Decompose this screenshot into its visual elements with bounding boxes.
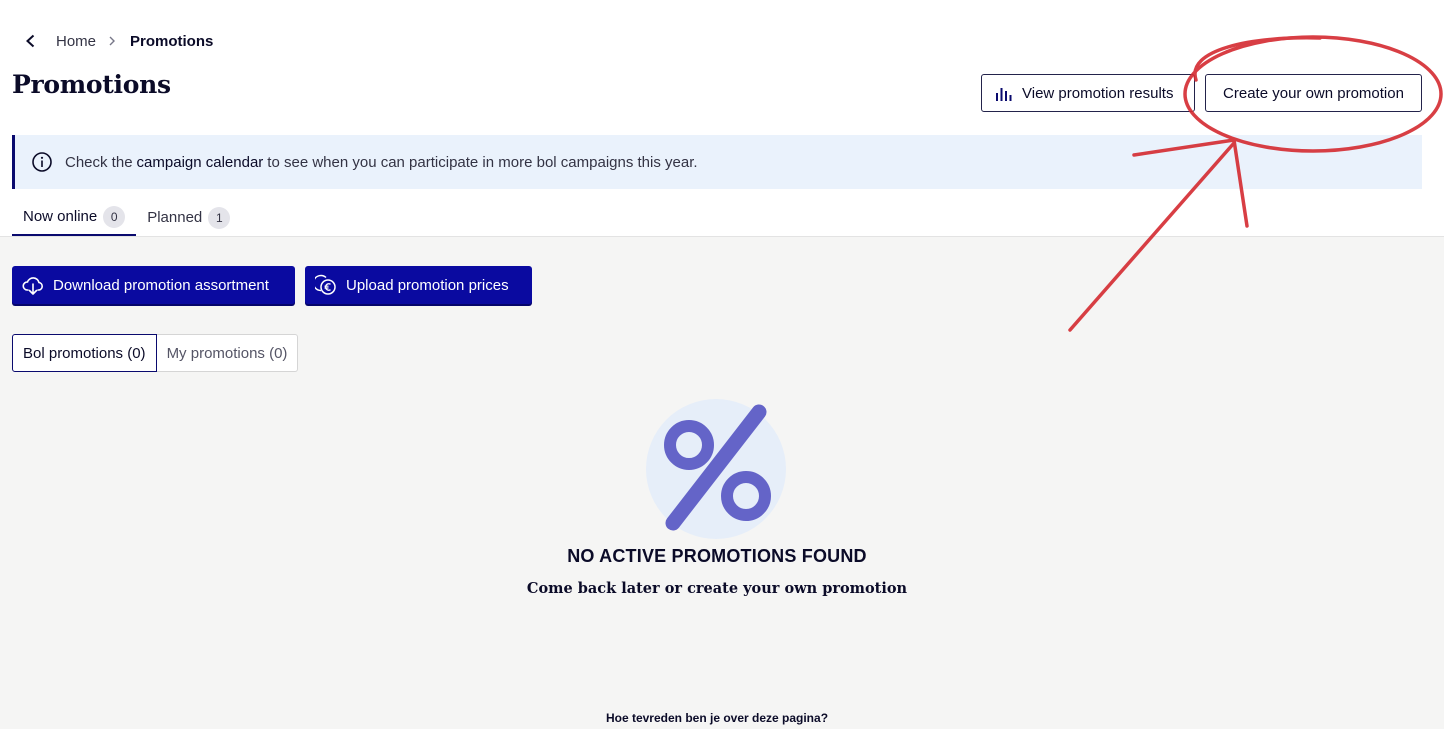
- download-promotion-assortment-label: Download promotion assortment: [53, 276, 269, 294]
- segment-my-promotions[interactable]: My promotions (0): [156, 334, 299, 372]
- create-own-promotion-button[interactable]: Create your own promotion: [1205, 74, 1422, 112]
- tab-count-badge: 0: [103, 205, 126, 228]
- upload-promotion-prices-button[interactable]: Upload promotion prices: [305, 266, 532, 304]
- bar-chart-icon: [994, 84, 1012, 102]
- breadcrumb-home-link[interactable]: Home: [56, 33, 96, 50]
- chevron-right-icon: [108, 36, 118, 46]
- percent-icon: [646, 399, 786, 539]
- tab-label: Now online: [23, 208, 98, 225]
- info-banner: Check the campaign calendar to see when …: [12, 135, 1422, 189]
- segment-bol-promotions[interactable]: Bol promotions (0): [12, 334, 157, 372]
- banner-text-after: to see when you can participate in more …: [267, 153, 698, 171]
- euro-coins-icon: [315, 274, 337, 296]
- empty-state-subtitle: Come back later or create your own promo…: [526, 580, 908, 597]
- tab-planned[interactable]: Planned 1: [136, 199, 241, 236]
- banner-text-before: Check the: [65, 153, 133, 171]
- tab-now-online[interactable]: Now online 0: [12, 199, 137, 236]
- breadcrumb: Home Promotions: [22, 30, 213, 52]
- empty-state-title: NO ACTIVE PROMOTIONS FOUND: [567, 546, 867, 566]
- status-tabs: Now online 0 Planned 1: [12, 199, 241, 236]
- upload-promotion-prices-label: Upload promotion prices: [346, 276, 509, 294]
- view-promotion-results-label: View promotion results: [1022, 84, 1174, 102]
- campaign-calendar-link[interactable]: campaign calendar: [137, 154, 264, 171]
- tab-count-badge: 1: [208, 206, 231, 229]
- chevron-left-icon[interactable]: [22, 32, 40, 50]
- info-icon: [31, 151, 53, 173]
- breadcrumb-current: Promotions: [130, 32, 214, 50]
- view-promotion-results-button[interactable]: View promotion results: [981, 74, 1195, 112]
- promotion-type-toggle: Bol promotions (0) My promotions (0): [12, 334, 299, 372]
- tab-label: Planned: [147, 209, 203, 226]
- download-promotion-assortment-button[interactable]: Download promotion assortment: [12, 266, 295, 304]
- cloud-download-icon: [22, 274, 44, 296]
- feedback-question: Hoe tevreden ben je over deze pagina?: [605, 711, 829, 725]
- create-own-promotion-label: Create your own promotion: [1223, 84, 1404, 102]
- page-title: Promotions: [12, 70, 171, 99]
